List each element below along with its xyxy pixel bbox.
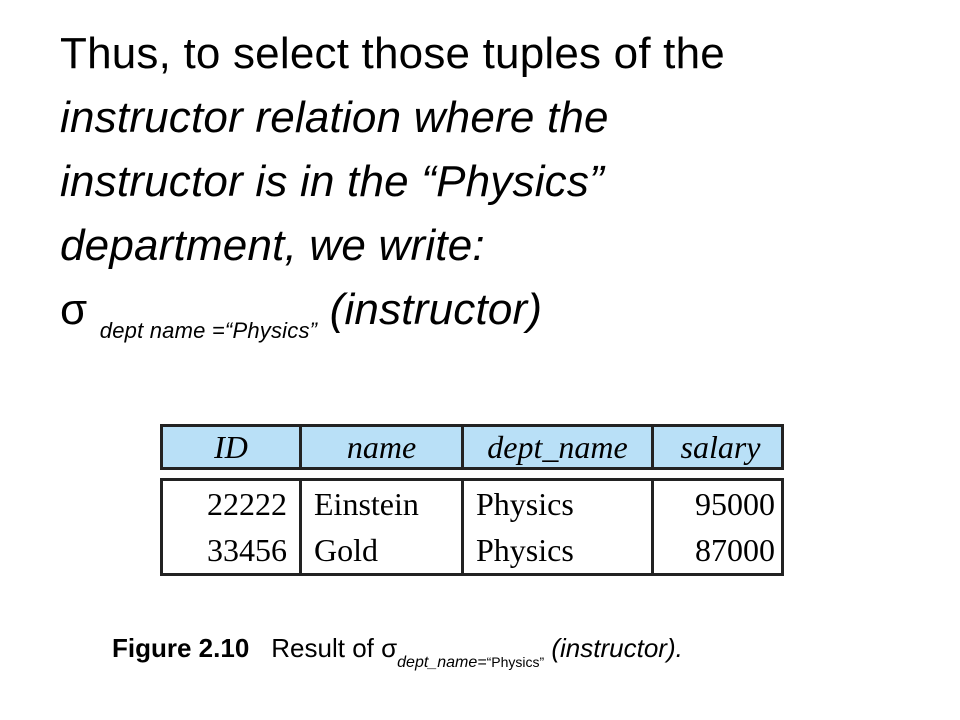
column-header-salary: salary [651,427,787,467]
cell-id: 33456 [207,532,287,568]
selection-expression: σ dept name =“Physics” (instructor) [60,278,920,363]
sigma-symbol: σ [60,285,88,334]
cell-salary: 87000 [651,527,787,573]
cell-dept-name: Physics [461,481,651,527]
text-line-2: instructor relation where the [60,93,609,142]
cell-name: Gold [299,527,461,573]
caption-text: Result of σ [271,633,398,663]
cell-salary: 95000 [651,481,787,527]
caption-subscript: dept_name= [397,654,487,671]
text-line-4: department, we write: [60,221,485,270]
table-row: 33456 Gold Physics 87000 [163,527,781,573]
text-line-1: Thus, to select those tuples of the [60,29,725,78]
column-header-name: name [299,427,461,467]
column-header-dept-name: dept_name [461,427,651,467]
figure-label: Figure 2.10 [112,633,250,663]
cell-id: 22222 [207,486,287,522]
table-body: 22222 Einstein Physics 95000 33456 Gold … [160,478,784,576]
slide-body: Thus, to select those tuples of the inst… [60,22,920,363]
result-table: ID name dept_name salary 22222 Einstein … [160,424,784,576]
column-header-id: ID [214,429,248,465]
selection-predicate: dept name =“Physics” [99,318,318,343]
text-line-3: instructor is in the “Physics” [60,157,604,206]
table-header: ID name dept_name salary [160,424,784,470]
caption-argument: (instructor). [551,633,683,663]
cell-name: Einstein [299,481,461,527]
caption-subscript-value: “Physics” [486,654,545,670]
table-row: 22222 Einstein Physics 95000 [163,481,781,527]
selection-argument: (instructor) [329,285,543,334]
figure-caption: Figure 2.10 Result of σdept_name=“Physics… [112,628,683,683]
cell-dept-name: Physics [461,527,651,573]
